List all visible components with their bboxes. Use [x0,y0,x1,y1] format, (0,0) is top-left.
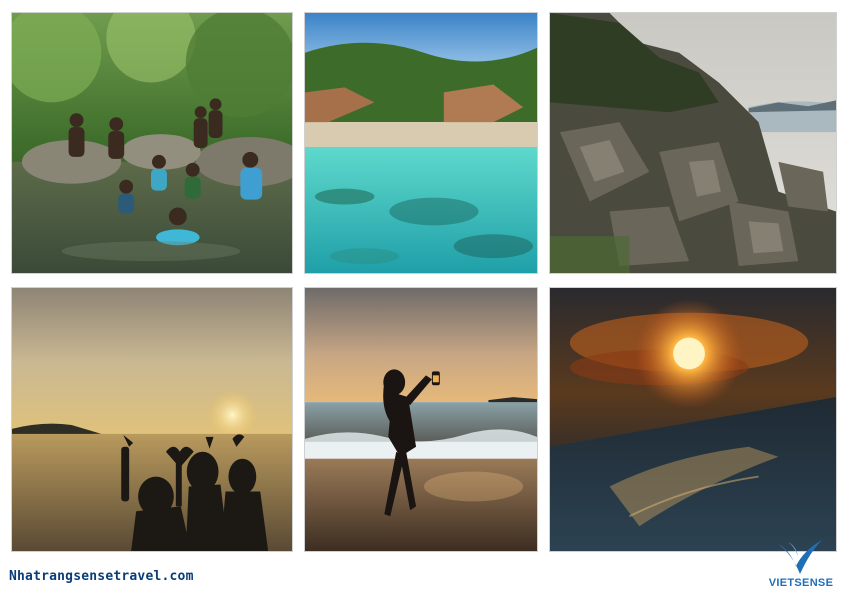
brand-name: VIETSENSE [768,577,834,589]
vietsense-wing-icon [778,540,822,574]
vietsense-logo: VIETSENSE [760,536,842,592]
photo-rocky-coastline [549,12,837,274]
photo-jungle-stream-group [11,12,293,274]
website-url: Nhatrangsensetravel.com [9,569,194,584]
photo-sunset-heart-hands [11,287,293,552]
photo-turquoise-lagoon [304,12,538,274]
photo-beach-lantern-silhouette [304,287,538,552]
photo-dramatic-sunset-sea [549,287,837,552]
